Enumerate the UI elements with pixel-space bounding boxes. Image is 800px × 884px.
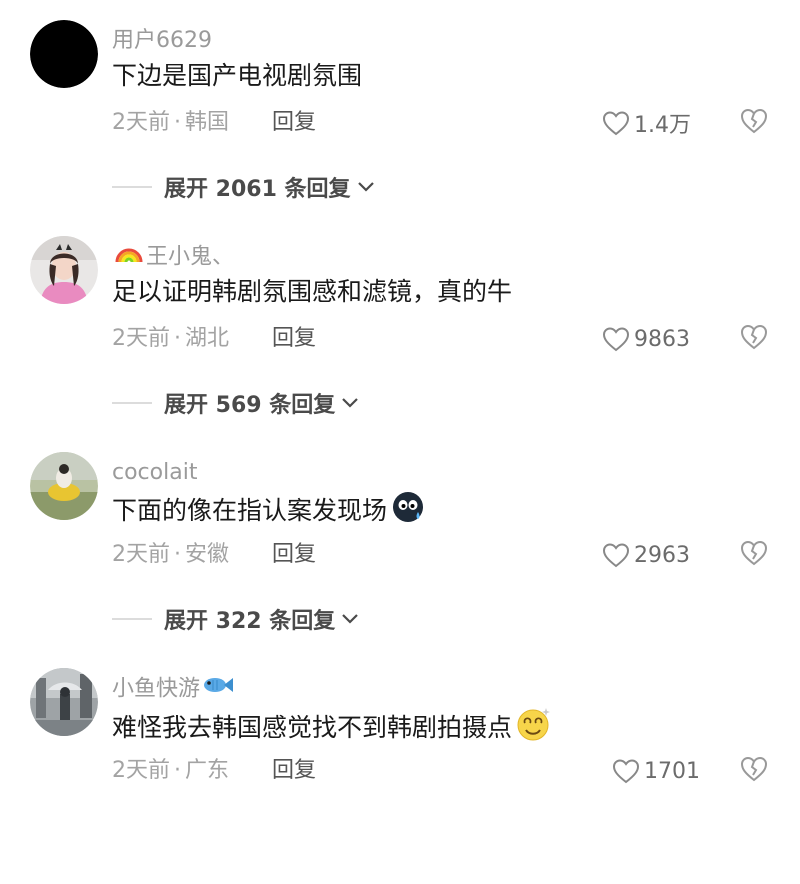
comment-text: 下边是国产电视剧氛围: [112, 61, 363, 90]
heart-outline-icon: [602, 111, 630, 136]
like-button[interactable]: 1.4万: [602, 108, 691, 138]
comment-time: 2天前: [112, 110, 170, 135]
comment-meta: 2天前 · 广东: [112, 756, 229, 786]
fish-icon: [202, 674, 234, 705]
comment-text-label: 下面的像在指认案发现场: [112, 496, 388, 525]
like-count: 1.4万: [634, 113, 691, 138]
meta-separator: ·: [174, 326, 181, 351]
username[interactable]: cocolait: [112, 458, 197, 488]
avatar[interactable]: [30, 236, 98, 304]
comment-text: 难怪我去韩国感觉找不到韩剧拍摄点: [112, 706, 552, 752]
comment-meta: 2天前 · 湖北: [112, 324, 229, 354]
expand-replies-button[interactable]: 展开 2061 条回复: [112, 172, 375, 202]
like-button[interactable]: 2963: [602, 540, 690, 570]
dislike-button[interactable]: [740, 107, 768, 139]
like-button[interactable]: 9863: [602, 324, 690, 354]
comment-time: 2天前: [112, 758, 170, 783]
like-button[interactable]: 1701: [612, 756, 700, 786]
avatar[interactable]: [30, 452, 98, 520]
comment-item: 王小鬼、 足以证明韩剧氛围感和滤镜，真的牛 2天前 · 湖北 回复 9863 展开 …: [0, 236, 800, 452]
heart-outline-icon: [612, 759, 640, 784]
divider: [112, 618, 152, 620]
dizzy-smile-emoji: [516, 706, 552, 752]
meta-separator: ·: [174, 758, 181, 783]
heart-outline-icon: [602, 543, 630, 568]
dislike-button[interactable]: [740, 755, 768, 787]
username[interactable]: 王小鬼、: [112, 242, 234, 273]
comment-item: 用户6629 下边是国产电视剧氛围 2天前 · 韩国 回复 1.4万 展开 2061…: [0, 20, 800, 236]
expand-replies-button[interactable]: 展开 322 条回复: [112, 604, 359, 634]
comment-location: 湖北: [185, 326, 230, 351]
avatar[interactable]: [30, 668, 98, 736]
comment-text: 下面的像在指认案发现场: [112, 490, 425, 534]
username[interactable]: 小鱼快游: [112, 674, 236, 705]
expand-replies-label: 展开 569 条回复: [164, 393, 336, 418]
dislike-button[interactable]: [740, 323, 768, 355]
broken-heart-icon: [740, 108, 768, 134]
expand-replies-label: 展开 2061 条回复: [164, 177, 351, 202]
broken-heart-icon: [740, 324, 768, 350]
comment-location: 广东: [185, 758, 230, 783]
expand-replies-button[interactable]: 展开 569 条回复: [112, 388, 359, 418]
chevron-down-icon: [357, 182, 374, 192]
comment-meta: 2天前 · 韩国: [112, 108, 229, 138]
comment-text: 足以证明韩剧氛围感和滤镜，真的牛: [112, 277, 513, 306]
comment-location: 安徽: [185, 542, 230, 567]
like-count: 9863: [634, 326, 690, 352]
comment-item: cocolait 下面的像在指认案发现场 2天前 · 安徽 回复 2963 展开 3…: [0, 452, 800, 668]
dislike-button[interactable]: [740, 539, 768, 571]
chevron-down-icon: [342, 398, 359, 408]
username-label: 王小鬼、: [146, 244, 235, 270]
comment-location: 韩国: [185, 110, 230, 135]
like-count: 2963: [634, 542, 690, 568]
comment-time: 2天前: [112, 542, 170, 567]
broken-heart-icon: [740, 540, 768, 566]
expand-replies-label: 展开 322 条回复: [164, 609, 336, 634]
username[interactable]: 用户6629: [112, 26, 212, 56]
broken-heart-icon: [740, 756, 768, 782]
comment-text-label: 难怪我去韩国感觉找不到韩剧拍摄点: [112, 713, 513, 742]
like-count: 1701: [644, 758, 700, 784]
sweat-face-emoji: [391, 490, 425, 534]
comment-meta: 2天前 · 安徽: [112, 540, 229, 570]
reply-button[interactable]: 回复: [272, 540, 316, 570]
divider: [112, 402, 152, 404]
chevron-down-icon: [342, 614, 359, 624]
heart-outline-icon: [602, 327, 630, 352]
avatar[interactable]: [30, 20, 98, 88]
meta-separator: ·: [174, 542, 181, 567]
comment-time: 2天前: [112, 326, 170, 351]
divider: [112, 186, 152, 188]
reply-button[interactable]: 回复: [272, 108, 316, 138]
reply-button[interactable]: 回复: [272, 324, 316, 354]
rainbow-icon: [114, 242, 144, 273]
comment-item: 小鱼快游 难怪我去韩国感觉找不到韩剧拍摄点 2天前 · 广东 回复 1701: [0, 668, 800, 884]
reply-button[interactable]: 回复: [272, 756, 316, 786]
username-label: 小鱼快游: [112, 676, 201, 702]
meta-separator: ·: [174, 110, 181, 135]
